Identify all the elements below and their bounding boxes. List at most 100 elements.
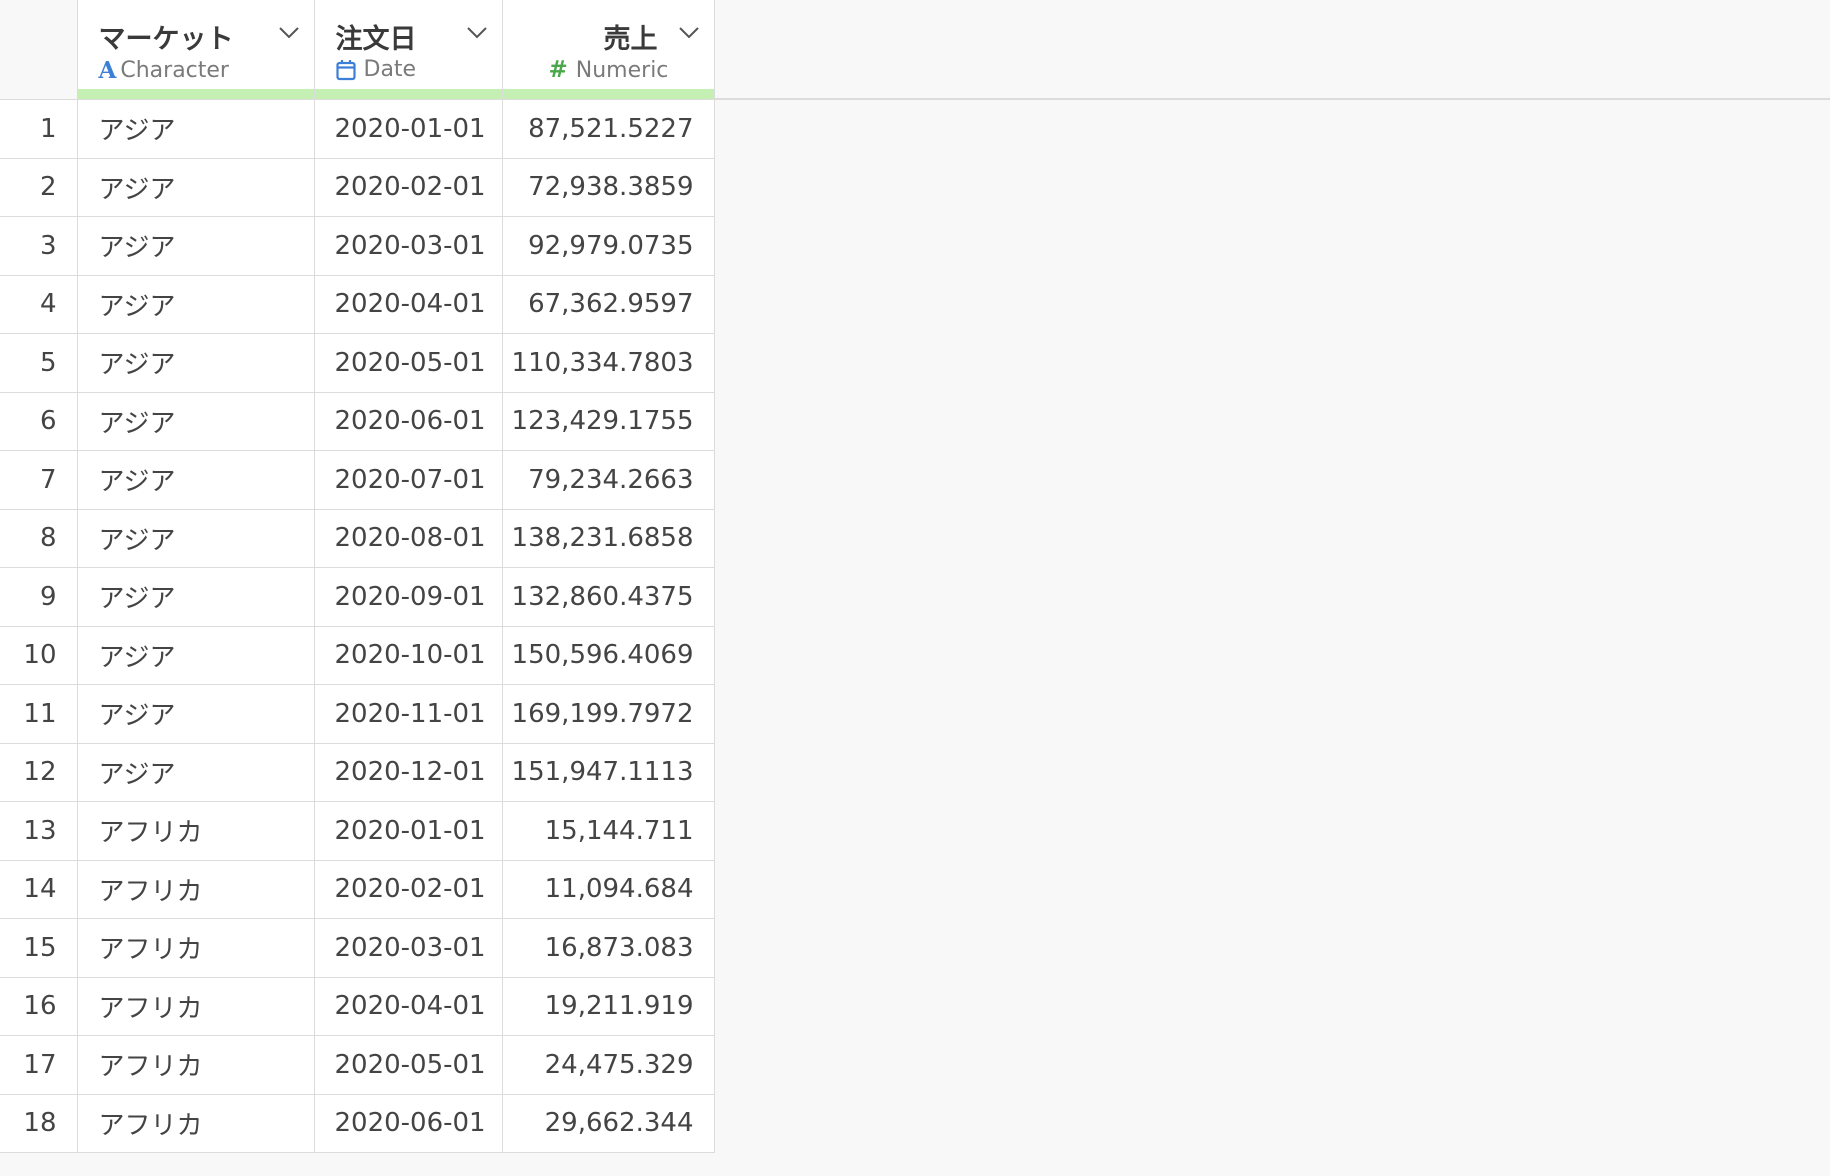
- cell-sales[interactable]: 123,429.1755: [502, 392, 715, 451]
- cell-order-date[interactable]: 2020-04-01: [314, 977, 503, 1036]
- cell-order-date[interactable]: 2020-10-01: [314, 626, 503, 685]
- row-number: 15: [0, 918, 78, 978]
- cell-market[interactable]: アフリカ: [77, 977, 315, 1036]
- cell-sales[interactable]: 15,144.711: [502, 801, 715, 861]
- table-row[interactable]: 11 アジア 2020-11-01 169,199.7972: [0, 684, 715, 744]
- cell-sales[interactable]: 16,873.083: [502, 918, 715, 978]
- table-row[interactable]: 3 アジア 2020-03-01 92,979.0735: [0, 216, 715, 276]
- row-number: 18: [0, 1094, 78, 1153]
- cell-sales[interactable]: 29,662.344: [502, 1094, 715, 1153]
- data-grid: マーケット A Character 注文日 Date 売上 # Numeric …: [0, 0, 1830, 1176]
- cell-order-date[interactable]: 2020-03-01: [314, 216, 503, 276]
- table-row[interactable]: 10 アジア 2020-10-01 150,596.4069: [0, 626, 715, 685]
- column-header-order-date[interactable]: 注文日 Date: [314, 0, 503, 100]
- table-row[interactable]: 15 アフリカ 2020-03-01 16,873.083: [0, 918, 715, 978]
- table-row[interactable]: 6 アジア 2020-06-01 123,429.1755: [0, 392, 715, 451]
- cell-order-date[interactable]: 2020-05-01: [314, 333, 503, 393]
- data-table: マーケット A Character 注文日 Date 売上 # Numeric …: [0, 0, 715, 1153]
- cell-sales[interactable]: 169,199.7972: [502, 684, 715, 744]
- cell-order-date[interactable]: 2020-08-01: [314, 509, 503, 568]
- cell-order-date[interactable]: 2020-07-01: [314, 450, 503, 510]
- cell-market[interactable]: アジア: [77, 743, 315, 802]
- cell-market[interactable]: アジア: [77, 158, 315, 217]
- table-row[interactable]: 16 アフリカ 2020-04-01 19,211.919: [0, 977, 715, 1036]
- cell-order-date[interactable]: 2020-03-01: [314, 918, 503, 978]
- row-number: 10: [0, 626, 78, 685]
- table-row[interactable]: 18 アフリカ 2020-06-01 29,662.344: [0, 1094, 715, 1153]
- cell-market[interactable]: アジア: [77, 392, 315, 451]
- row-number: 2: [0, 158, 78, 217]
- cell-sales[interactable]: 110,334.7803: [502, 333, 715, 393]
- cell-sales[interactable]: 138,231.6858: [502, 509, 715, 568]
- cell-order-date[interactable]: 2020-09-01: [314, 567, 503, 627]
- table-row[interactable]: 8 アジア 2020-08-01 138,231.6858: [0, 509, 715, 568]
- cell-market[interactable]: アフリカ: [77, 918, 315, 978]
- cell-market[interactable]: アジア: [77, 567, 315, 627]
- table-row[interactable]: 13 アフリカ 2020-01-01 15,144.711: [0, 801, 715, 861]
- character-type-icon: A: [98, 57, 117, 84]
- column-header-sales[interactable]: 売上 # Numeric: [502, 0, 715, 100]
- cell-market[interactable]: アジア: [77, 333, 315, 393]
- table-row[interactable]: 1 アジア 2020-01-01 87,521.5227: [0, 99, 715, 159]
- cell-order-date[interactable]: 2020-01-01: [314, 801, 503, 861]
- data-quality-bar[interactable]: [502, 89, 714, 99]
- table-row[interactable]: 14 アフリカ 2020-02-01 11,094.684: [0, 860, 715, 919]
- cell-market[interactable]: アジア: [77, 626, 315, 685]
- cell-market[interactable]: アフリカ: [77, 801, 315, 861]
- chevron-down-icon[interactable]: [278, 26, 300, 40]
- cell-market[interactable]: アジア: [77, 450, 315, 510]
- column-header-market[interactable]: マーケット A Character: [77, 0, 315, 100]
- cell-sales[interactable]: 150,596.4069: [502, 626, 715, 685]
- row-number: 1: [0, 99, 78, 159]
- cell-sales[interactable]: 24,475.329: [502, 1035, 715, 1095]
- cell-sales[interactable]: 67,362.9597: [502, 275, 715, 334]
- cell-market[interactable]: アフリカ: [77, 860, 315, 919]
- row-number: 11: [0, 684, 78, 744]
- table-row[interactable]: 12 アジア 2020-12-01 151,947.1113: [0, 743, 715, 802]
- table-row[interactable]: 9 アジア 2020-09-01 132,860.4375: [0, 567, 715, 627]
- row-number: 4: [0, 275, 78, 334]
- cell-market[interactable]: アジア: [77, 99, 315, 159]
- column-type: # Numeric: [549, 57, 669, 83]
- column-type-label: Numeric: [575, 57, 669, 83]
- cell-sales[interactable]: 132,860.4375: [502, 567, 715, 627]
- row-number: 9: [0, 567, 78, 627]
- cell-order-date[interactable]: 2020-05-01: [314, 1035, 503, 1095]
- cell-market[interactable]: アフリカ: [77, 1035, 315, 1095]
- table-row[interactable]: 7 アジア 2020-07-01 79,234.2663: [0, 450, 715, 510]
- chevron-down-icon[interactable]: [466, 26, 488, 40]
- cell-sales[interactable]: 72,938.3859: [502, 158, 715, 217]
- cell-sales[interactable]: 79,234.2663: [502, 450, 715, 510]
- cell-market[interactable]: アジア: [77, 216, 315, 276]
- data-quality-bar[interactable]: [314, 89, 502, 99]
- cell-order-date[interactable]: 2020-11-01: [314, 684, 503, 744]
- cell-market[interactable]: アフリカ: [77, 1094, 315, 1153]
- cell-sales[interactable]: 92,979.0735: [502, 216, 715, 276]
- table-row[interactable]: 17 アフリカ 2020-05-01 24,475.329: [0, 1035, 715, 1095]
- calendar-icon: [335, 59, 356, 80]
- cell-order-date[interactable]: 2020-02-01: [314, 860, 503, 919]
- cell-market[interactable]: アジア: [77, 684, 315, 744]
- cell-order-date[interactable]: 2020-06-01: [314, 1094, 503, 1153]
- table-body: 1 アジア 2020-01-01 87,521.5227 2 アジア 2020-02-01 7…: [0, 99, 715, 1153]
- table-row[interactable]: 2 アジア 2020-02-01 72,938.3859: [0, 158, 715, 217]
- chevron-down-icon[interactable]: [678, 26, 700, 40]
- column-title: 注文日: [335, 24, 417, 55]
- cell-market[interactable]: アジア: [77, 509, 315, 568]
- header-divider: [714, 98, 1830, 100]
- cell-market[interactable]: アジア: [77, 275, 315, 334]
- cell-sales[interactable]: 11,094.684: [502, 860, 715, 919]
- cell-order-date[interactable]: 2020-02-01: [314, 158, 503, 217]
- cell-order-date[interactable]: 2020-12-01: [314, 743, 503, 802]
- cell-sales[interactable]: 19,211.919: [502, 977, 715, 1036]
- table-row[interactable]: 4 アジア 2020-04-01 67,362.9597: [0, 275, 715, 334]
- row-number: 12: [0, 743, 78, 802]
- table-row[interactable]: 5 アジア 2020-05-01 110,334.7803: [0, 333, 715, 393]
- cell-order-date[interactable]: 2020-06-01: [314, 392, 503, 451]
- row-number: 8: [0, 509, 78, 568]
- cell-order-date[interactable]: 2020-04-01: [314, 275, 503, 334]
- cell-sales[interactable]: 87,521.5227: [502, 99, 715, 159]
- data-quality-bar[interactable]: [77, 89, 314, 99]
- cell-sales[interactable]: 151,947.1113: [502, 743, 715, 802]
- cell-order-date[interactable]: 2020-01-01: [314, 99, 503, 159]
